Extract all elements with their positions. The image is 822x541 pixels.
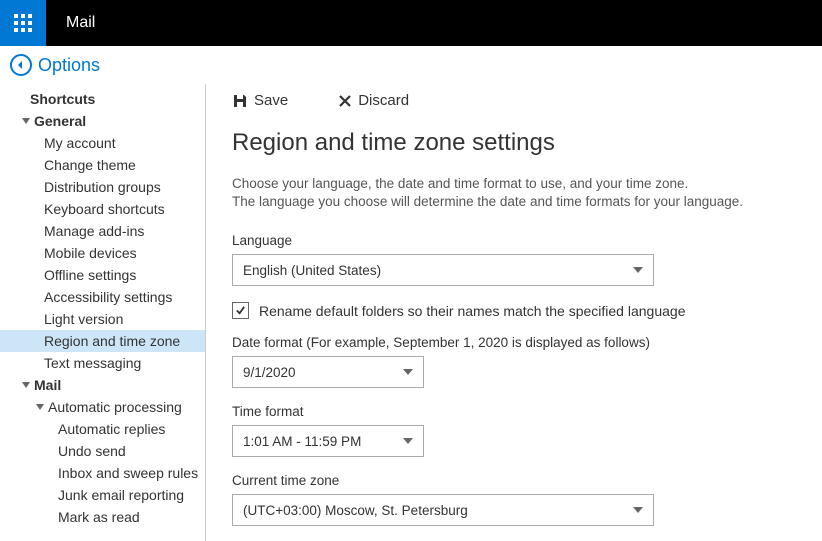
chevron-down-icon xyxy=(403,438,413,444)
sidebar-item-text-messaging[interactable]: Text messaging xyxy=(0,352,205,374)
sidebar-item-junk-email[interactable]: Junk email reporting xyxy=(0,484,205,506)
date-format-label: Date format (For example, September 1, 2… xyxy=(232,335,822,350)
time-zone-select[interactable]: (UTC+03:00) Moscow, St. Petersburg xyxy=(232,494,654,526)
discard-button[interactable]: Discard xyxy=(338,92,409,109)
time-format-label: Time format xyxy=(232,404,822,419)
page-title: Region and time zone settings xyxy=(232,129,822,157)
options-label: Options xyxy=(38,55,100,76)
sidebar-item-region-time-zone[interactable]: Region and time zone xyxy=(0,330,205,352)
chevron-down-icon xyxy=(403,369,413,375)
back-arrow-icon xyxy=(10,54,32,76)
sidebar-item-keyboard-shortcuts[interactable]: Keyboard shortcuts xyxy=(0,198,205,220)
language-label: Language xyxy=(232,233,822,248)
sidebar-item-change-theme[interactable]: Change theme xyxy=(0,154,205,176)
sidebar-item-my-account[interactable]: My account xyxy=(0,132,205,154)
app-launcher-button[interactable] xyxy=(0,0,46,46)
sidebar-item-automatic-replies[interactable]: Automatic replies xyxy=(0,418,205,440)
sidebar-item-light-version[interactable]: Light version xyxy=(0,308,205,330)
waffle-icon xyxy=(14,14,32,32)
checkbox-checked-icon xyxy=(232,302,249,319)
options-sidebar: Shortcuts General My account Change them… xyxy=(0,84,206,541)
close-icon xyxy=(338,94,352,108)
sidebar-general[interactable]: General xyxy=(0,110,205,132)
sidebar-item-manage-addins[interactable]: Manage add-ins xyxy=(0,220,205,242)
options-back[interactable]: Options xyxy=(0,46,822,84)
language-select[interactable]: English (United States) xyxy=(232,254,654,286)
time-zone-label: Current time zone xyxy=(232,473,822,488)
page-description: Choose your language, the date and time … xyxy=(232,175,822,211)
time-format-select[interactable]: 1:01 AM - 11:59 PM xyxy=(232,425,424,457)
sidebar-item-distribution-groups[interactable]: Distribution groups xyxy=(0,176,205,198)
content-pane: Save Discard Region and time zone settin… xyxy=(206,84,822,541)
sidebar-item-accessibility[interactable]: Accessibility settings xyxy=(0,286,205,308)
rename-folders-checkbox[interactable]: Rename default folders so their names ma… xyxy=(232,302,822,319)
sidebar-item-mobile-devices[interactable]: Mobile devices xyxy=(0,242,205,264)
sidebar-item-mark-as-read[interactable]: Mark as read xyxy=(0,506,205,528)
sidebar-automatic-processing[interactable]: Automatic processing xyxy=(0,396,205,418)
sidebar-item-inbox-sweep[interactable]: Inbox and sweep rules xyxy=(0,462,205,484)
chevron-down-icon xyxy=(633,267,643,273)
top-bar: Mail xyxy=(0,0,822,46)
chevron-down-icon xyxy=(633,507,643,513)
sidebar-item-undo-send[interactable]: Undo send xyxy=(0,440,205,462)
expand-icon xyxy=(22,382,30,388)
toolbar: Save Discard xyxy=(232,92,822,109)
save-icon xyxy=(232,93,248,109)
date-format-select[interactable]: 9/1/2020 xyxy=(232,356,424,388)
app-title: Mail xyxy=(66,14,95,32)
sidebar-item-offline-settings[interactable]: Offline settings xyxy=(0,264,205,286)
expand-icon xyxy=(36,404,44,410)
sidebar-mail[interactable]: Mail xyxy=(0,374,205,396)
expand-icon xyxy=(22,118,30,124)
sidebar-shortcuts[interactable]: Shortcuts xyxy=(0,88,205,110)
save-button[interactable]: Save xyxy=(232,92,288,109)
